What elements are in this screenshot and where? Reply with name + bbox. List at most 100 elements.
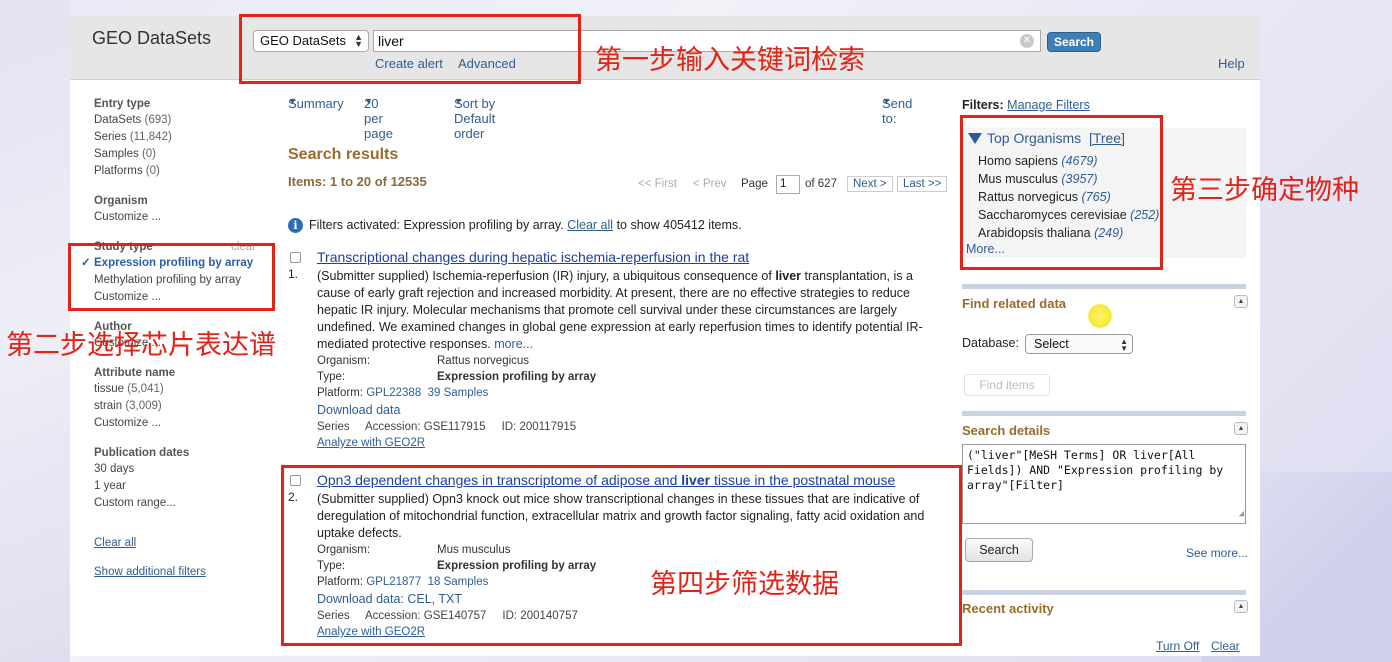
resize-grip-icon[interactable]: ◢ xyxy=(1239,507,1244,522)
page-number-input[interactable]: 1 xyxy=(776,175,800,194)
find-items-button[interactable]: Find items xyxy=(964,374,1050,396)
manage-filters-link[interactable]: Manage Filters xyxy=(1007,98,1090,112)
desc-keyword: liver xyxy=(775,269,802,283)
attribute-customize-link[interactable]: Customize ... xyxy=(94,415,270,432)
related-database-value: Select xyxy=(1034,337,1069,351)
organism-heading: Organism xyxy=(94,195,148,207)
entry-label: DataSets xyxy=(94,114,142,126)
organism-row: Organism: Rattus norvegicus xyxy=(317,353,949,369)
annotation-box-organisms xyxy=(960,115,1163,270)
panel-divider xyxy=(962,284,1246,289)
annotation-step4: 第四步筛选数据 xyxy=(650,569,839,600)
annotation-step2: 第二步选择芯片表达谱 xyxy=(6,330,276,361)
clear-search-icon[interactable]: ✕ xyxy=(1020,34,1034,48)
related-database-select[interactable]: Select ▲ ▼ xyxy=(1025,334,1133,354)
filters-activated-note: i Filters activated: Expression profiling… xyxy=(288,218,742,233)
search-button[interactable]: Search xyxy=(1047,32,1101,52)
annotation-box-results xyxy=(281,465,962,646)
attribute-heading: Attribute name xyxy=(94,367,176,379)
platform-label: Platform: xyxy=(317,387,364,399)
collapse-search-details-icon[interactable]: ▲ xyxy=(1234,422,1248,435)
download-data-link[interactable]: Download data xyxy=(317,401,949,419)
attribute-tissue[interactable]: tissue (5,041) xyxy=(94,381,270,398)
analyze-geo2r-link[interactable]: Analyze with GEO2R xyxy=(317,436,949,451)
entry-type-datasets[interactable]: DataSets (693) xyxy=(94,112,270,129)
see-more-link[interactable]: See more... xyxy=(1186,546,1248,560)
filter-note-text: Filters activated: Expression profiling … xyxy=(309,218,564,232)
filters-line: Filters: Manage Filters xyxy=(962,98,1090,112)
pubdate-30-days[interactable]: 30 days xyxy=(94,461,270,478)
annotation-step1: 第一步输入关键词检索 xyxy=(595,45,865,76)
entry-label: Platforms xyxy=(94,165,143,177)
platform-link[interactable]: GPL22388 xyxy=(366,387,421,399)
entry-type-group: Entry type DataSets (693) Series (11,842… xyxy=(94,96,270,180)
attribute-label: tissue xyxy=(94,383,125,395)
caret-down-icon: ▼ xyxy=(364,96,373,106)
page-label: Page xyxy=(741,178,768,190)
samples-link[interactable]: 39 Samples xyxy=(428,387,489,399)
attribute-label: strain xyxy=(94,400,123,412)
last-page-button[interactable]: Last >> xyxy=(897,176,948,192)
entry-type-samples[interactable]: Samples (0) xyxy=(94,146,270,163)
attribute-group: Attribute name tissue (5,041) strain (3,… xyxy=(94,365,270,432)
type-row: Type: Expression profiling by array xyxy=(317,369,949,385)
show-additional-filters-link[interactable]: Show additional filters xyxy=(94,564,270,581)
clear-all-link[interactable]: Clear all xyxy=(567,218,613,232)
filter-note-suffix: to show 405412 items. xyxy=(616,218,742,232)
find-related-heading: Find related data xyxy=(962,296,1067,311)
result-description: (Submitter supplied) Ischemia-reperfusio… xyxy=(317,268,949,353)
id-value: ID: 200117915 xyxy=(501,421,577,433)
desc-text: (Submitter supplied) Ischemia-reperfusio… xyxy=(317,269,776,283)
organism-customize-link[interactable]: Customize ... xyxy=(94,209,270,226)
search-details-heading: Search details xyxy=(962,423,1051,438)
type-label: Type: xyxy=(317,371,346,383)
turn-off-link[interactable]: Turn Off xyxy=(1156,639,1199,653)
attribute-count: (5,041) xyxy=(127,383,164,395)
clear-all-filters-link[interactable]: Clear all xyxy=(94,535,270,552)
search-details-text: ("liver"[MeSH Terms] OR liver[All Fields… xyxy=(967,448,1224,492)
search-details-textarea[interactable]: ("liver"[MeSH Terms] OR liver[All Fields… xyxy=(962,444,1246,524)
entry-type-platforms[interactable]: Platforms (0) xyxy=(94,163,270,180)
pubdate-1-year[interactable]: 1 year xyxy=(94,478,270,495)
recent-activity-heading: Recent activity xyxy=(962,601,1054,616)
first-page-link[interactable]: << First xyxy=(638,178,677,190)
pubdate-custom-range[interactable]: Custom range... xyxy=(94,495,270,512)
app-title: GEO DataSets xyxy=(92,28,212,48)
result-checkbox[interactable] xyxy=(290,252,301,263)
results-heading: Search results xyxy=(288,146,399,163)
help-link[interactable]: Help xyxy=(1218,56,1245,71)
entry-count: (693) xyxy=(144,114,172,126)
caret-down-icon: ▼ xyxy=(454,96,463,106)
attribute-strain[interactable]: strain (3,009) xyxy=(94,398,270,415)
annotation-box-search xyxy=(239,14,581,84)
publication-dates-group: Publication dates 30 days 1 year Custom … xyxy=(94,445,270,512)
accession-row: Series Accession: GSE117915 ID: 20011791… xyxy=(317,419,949,436)
annotation-box-study-type xyxy=(68,243,275,311)
attribute-count: (3,009) xyxy=(125,400,162,412)
entry-count: (0) xyxy=(141,148,157,160)
series-label: Series xyxy=(317,421,350,433)
caret-down-icon: ▼ xyxy=(288,96,297,106)
search-details-button[interactable]: Search xyxy=(965,538,1033,562)
result-title-link[interactable]: Transcriptional changes during hepatic i… xyxy=(317,248,949,266)
next-page-button[interactable]: Next > xyxy=(847,176,893,192)
more-link[interactable]: more... xyxy=(494,337,533,351)
entry-label: Samples xyxy=(94,148,139,160)
entry-count: (11,842) xyxy=(129,131,172,143)
prev-page-link[interactable]: < Prev xyxy=(693,178,727,190)
collapse-find-related-icon[interactable]: ▲ xyxy=(1234,295,1248,308)
page-total: of 627 xyxy=(805,178,837,190)
collapse-recent-activity-icon[interactable]: ▲ xyxy=(1234,600,1248,613)
annotation-step3: 第三步确定物种 xyxy=(1170,175,1359,206)
info-icon: i xyxy=(288,218,303,233)
caret-down-icon: ▼ xyxy=(882,96,891,106)
clear-activity-link[interactable]: Clear xyxy=(1211,639,1240,653)
organism-group: Organism Customize ... xyxy=(94,193,270,226)
organism-label: Organism: xyxy=(317,355,371,367)
publication-dates-heading: Publication dates xyxy=(94,447,190,459)
items-count: Items: 1 to 20 of 12535 xyxy=(288,174,427,189)
entry-type-series[interactable]: Series (11,842) xyxy=(94,129,270,146)
accession-value: Accession: GSE117915 xyxy=(364,421,486,433)
